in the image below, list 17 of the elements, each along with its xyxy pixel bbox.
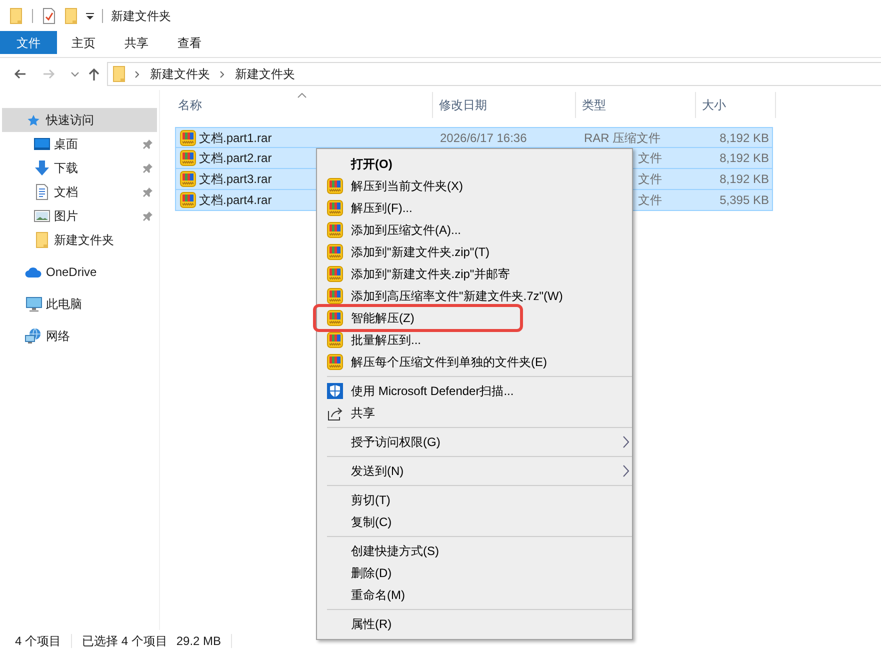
- selection-count: 已选择 4 个项目: [82, 633, 168, 650]
- file-name: 文档.part4.rar: [199, 192, 272, 209]
- file-size: 8,192 KB: [720, 171, 769, 188]
- file-type: 文件: [638, 193, 662, 207]
- file-name: 文档.part1.rar: [199, 130, 272, 146]
- file-name: 文档.part2.rar: [199, 150, 272, 167]
- file-name: 文档.part3.rar: [199, 171, 272, 188]
- selection-size: 29.2 MB: [176, 633, 222, 650]
- file-type: RAR 压缩文件: [584, 130, 661, 144]
- item-count: 4 个项目: [15, 633, 62, 650]
- file-size: 8,192 KB: [720, 150, 769, 167]
- file-size: 8,192 KB: [720, 130, 769, 146]
- window-title: 新建文件夹: [111, 8, 171, 24]
- file-date: 2026/6/17 16:36: [440, 130, 527, 144]
- file-type: 文件: [638, 172, 662, 186]
- file-type: 文件: [638, 151, 662, 165]
- file-size: 5,395 KB: [720, 192, 769, 209]
